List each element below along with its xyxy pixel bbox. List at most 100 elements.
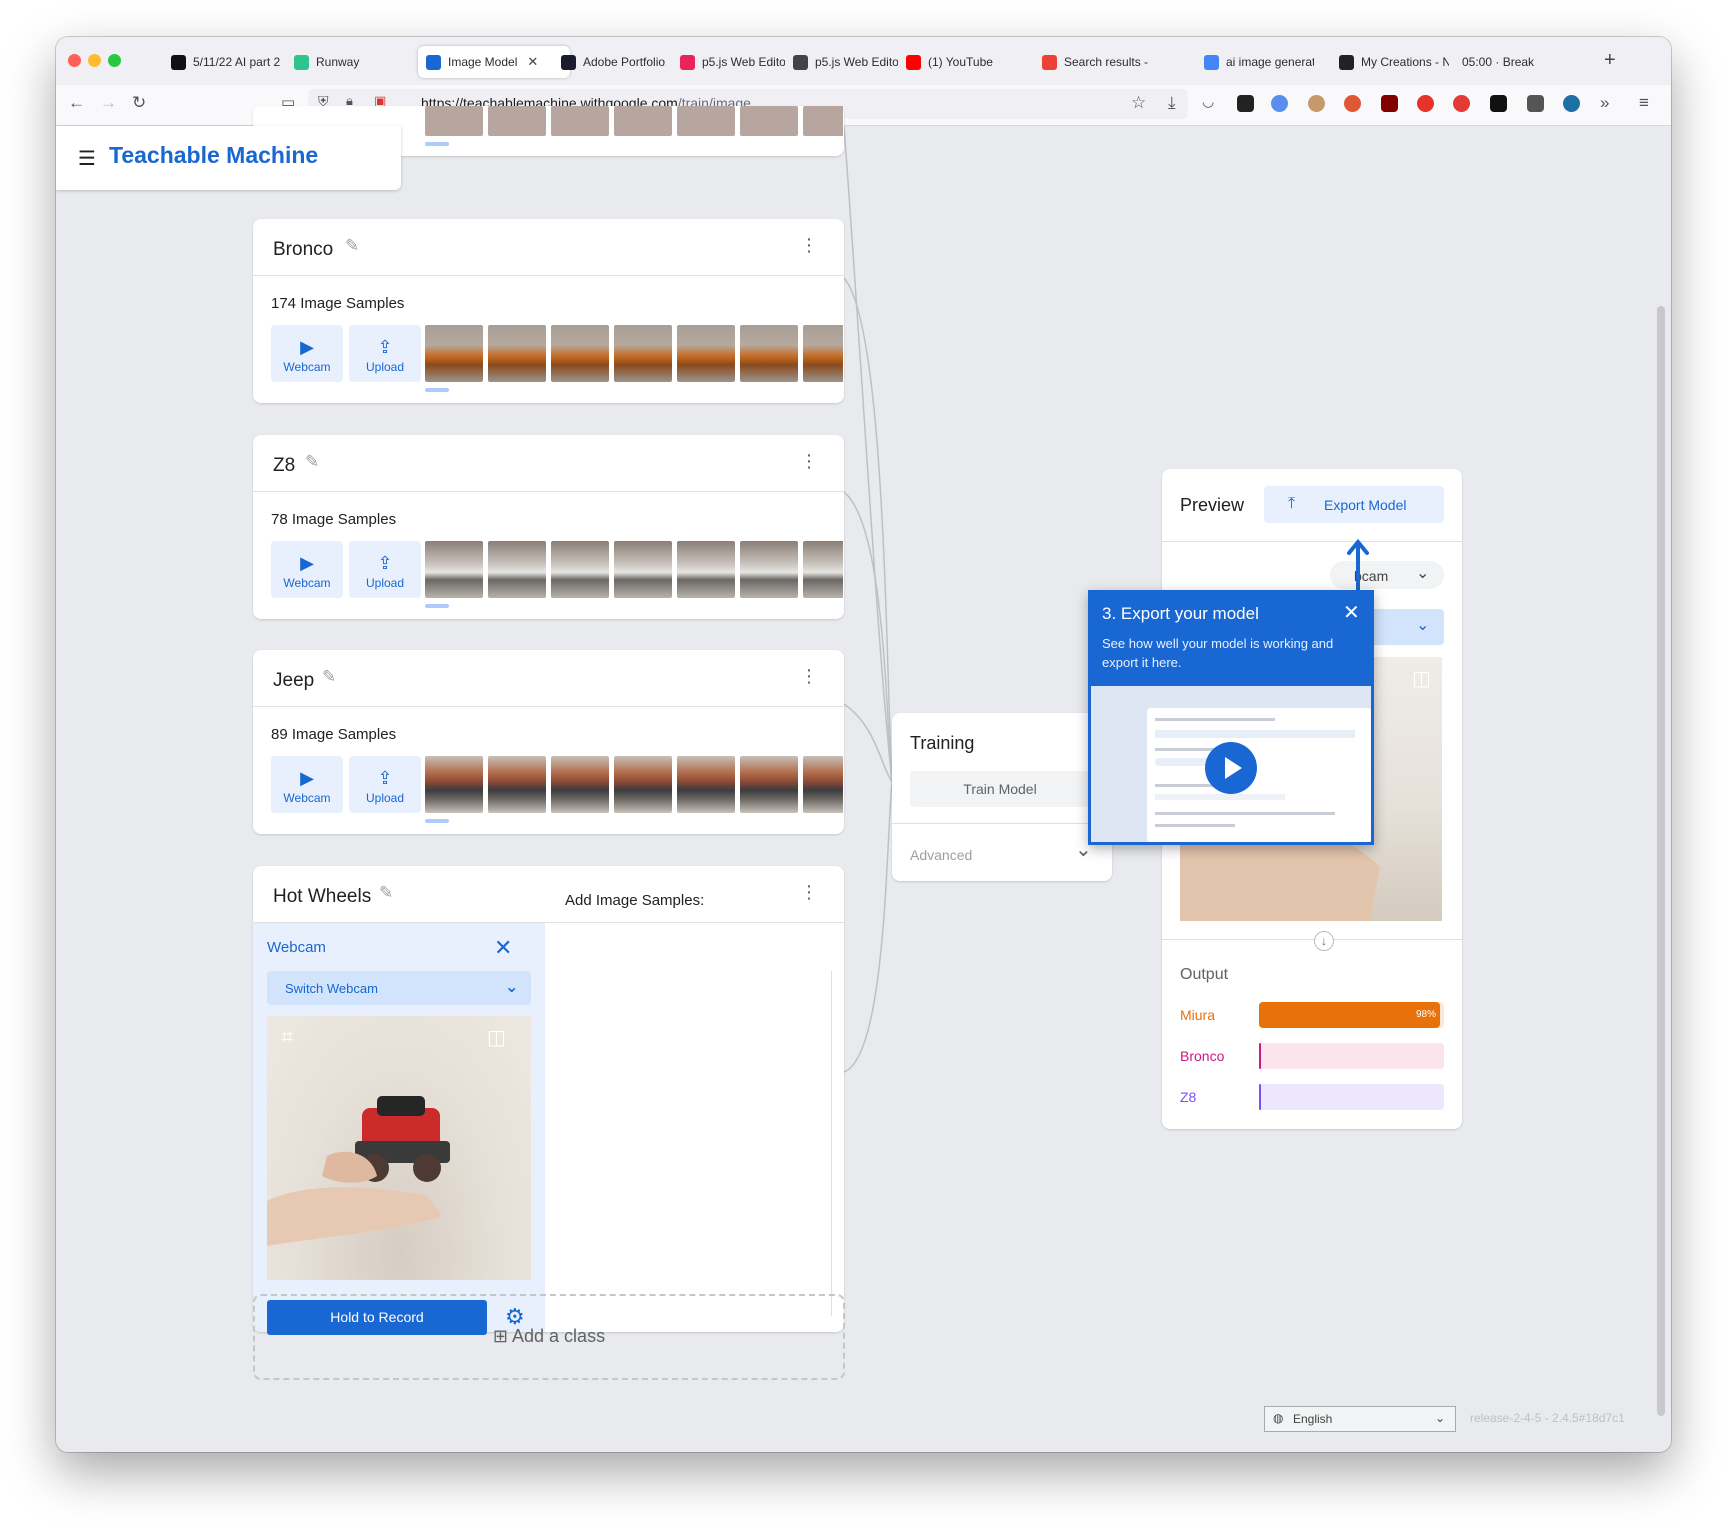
tab-label: My Creations - N <box>1361 55 1449 69</box>
new-tab-button[interactable]: + <box>1604 49 1616 72</box>
thumbnail-scroll-indicator[interactable] <box>425 604 449 608</box>
sample-thumbnail[interactable] <box>677 541 735 598</box>
sample-thumbnail[interactable] <box>740 756 798 813</box>
reload-icon[interactable]: ↻ <box>132 93 146 113</box>
extension-icon[interactable] <box>1417 95 1434 112</box>
page-scrollbar[interactable] <box>1657 306 1665 1416</box>
class-name[interactable]: Jeep <box>273 670 314 692</box>
page-content: Bronco ✎ ⋮ 174 Image Samples ▶︎ Webcam ⇪ U… <box>56 106 1671 1452</box>
sample-thumbnail[interactable] <box>803 756 843 813</box>
class-name[interactable]: Hot Wheels <box>273 886 371 908</box>
tab-3[interactable]: Image Model ✕ <box>418 46 570 78</box>
close-window-button[interactable] <box>68 54 81 67</box>
train-model-button[interactable]: Train Model <box>910 771 1090 807</box>
extension-icon[interactable] <box>1453 95 1470 112</box>
confidence-bar <box>1259 1043 1444 1069</box>
notion-extension-icon[interactable] <box>1237 95 1254 112</box>
more-options-icon[interactable]: ⋮ <box>800 451 818 472</box>
gmail-icon <box>1042 54 1057 70</box>
adobe-portfolio-icon <box>561 54 576 70</box>
upload-button[interactable]: ⇪ Upload <box>349 325 421 382</box>
sample-thumbnail[interactable] <box>425 541 483 598</box>
tutorial-video[interactable] <box>1091 686 1371 842</box>
tab-7[interactable]: (1) YouTube <box>906 46 1006 78</box>
tab-label: Adobe Portfolio <box>583 55 666 69</box>
tab-5[interactable]: p5.js Web Editor <box>680 46 785 78</box>
close-popover-icon[interactable]: ✕ <box>1343 600 1360 625</box>
tab-8[interactable]: Search results - <box>1042 46 1152 78</box>
tab-9[interactable]: ai image generat <box>1204 46 1314 78</box>
add-class-button[interactable]: ⊞ Add a class <box>253 1294 845 1380</box>
sample-thumbnail[interactable] <box>803 325 843 382</box>
extension-icon[interactable] <box>1308 95 1325 112</box>
more-options-icon[interactable]: ⋮ <box>800 666 818 687</box>
forward-icon[interactable]: → <box>100 93 117 113</box>
tab-10[interactable]: My Creations - N <box>1339 46 1449 78</box>
hamburger-menu-icon[interactable]: ☰ <box>78 146 96 171</box>
sample-thumbnail[interactable] <box>614 756 672 813</box>
sample-thumbnail <box>740 106 798 136</box>
webcam-label: Webcam <box>283 576 331 590</box>
tab-2[interactable]: Runway <box>294 46 394 78</box>
edit-pencil-icon[interactable]: ✎ <box>322 667 336 687</box>
sample-thumbnail[interactable] <box>740 325 798 382</box>
downloads-icon[interactable]: ⤓ <box>1168 93 1176 113</box>
sample-thumbnail[interactable] <box>488 325 546 382</box>
edit-pencil-icon[interactable]: ✎ <box>379 883 393 903</box>
language-select[interactable]: ◍ English ⌄ <box>1264 1406 1456 1432</box>
app-menu-icon[interactable]: ≡ <box>1639 93 1649 113</box>
tab-6[interactable]: p5.js Web Editor <box>793 46 898 78</box>
upload-button[interactable]: ⇪ Upload <box>349 756 421 813</box>
pocket-icon[interactable]: ◡ <box>1202 93 1214 110</box>
edit-pencil-icon[interactable]: ✎ <box>345 236 359 256</box>
extension-icon[interactable] <box>1527 95 1544 112</box>
sample-thumbnail[interactable] <box>488 541 546 598</box>
minimize-window-button[interactable] <box>88 54 101 67</box>
extension-icon[interactable] <box>1271 95 1288 112</box>
duckduckgo-icon[interactable] <box>1344 95 1361 112</box>
play-video-icon[interactable] <box>1205 742 1257 794</box>
tab-1[interactable]: 5/11/22 AI part 2 <box>171 46 281 78</box>
switch-webcam-dropdown[interactable]: Switch Webcam ⌄ <box>267 971 531 1005</box>
overflow-chevrons-icon[interactable]: » <box>1600 93 1609 113</box>
class-name[interactable]: Bronco <box>273 239 333 261</box>
thumbnail-scroll-indicator[interactable] <box>425 388 449 392</box>
sample-thumbnail[interactable] <box>488 756 546 813</box>
zoom-window-button[interactable] <box>108 54 121 67</box>
sample-thumbnail[interactable] <box>551 756 609 813</box>
webcam-button[interactable]: ▶︎ Webcam <box>271 325 343 382</box>
sample-thumbnail[interactable] <box>551 325 609 382</box>
thumbnail-scroll-indicator[interactable] <box>425 142 449 146</box>
extension-icon[interactable] <box>1563 95 1580 112</box>
sample-thumbnail[interactable] <box>425 325 483 382</box>
webcam-button[interactable]: ▶︎ Webcam <box>271 756 343 813</box>
app-logo[interactable]: Teachable Machine <box>109 142 318 169</box>
sample-thumbnail[interactable] <box>614 541 672 598</box>
more-options-icon[interactable]: ⋮ <box>800 235 818 256</box>
tab-11[interactable]: 05:00 · Break <box>1462 46 1562 78</box>
extension-icon[interactable] <box>1490 95 1507 112</box>
edit-pencil-icon[interactable]: ✎ <box>305 452 319 472</box>
bookmark-star-icon[interactable]: ☆ <box>1131 93 1146 113</box>
close-tab-icon[interactable]: ✕ <box>527 54 538 70</box>
sample-thumbnail[interactable] <box>677 756 735 813</box>
divider <box>1162 939 1462 940</box>
ublock-icon[interactable] <box>1381 95 1398 112</box>
more-options-icon[interactable]: ⋮ <box>800 882 818 903</box>
webcam-button[interactable]: ▶︎ Webcam <box>271 541 343 598</box>
sample-thumbnail[interactable] <box>677 325 735 382</box>
close-webcam-icon[interactable]: ✕ <box>494 935 512 961</box>
sample-thumbnail[interactable] <box>740 541 798 598</box>
thumbnail-scroll-indicator[interactable] <box>425 819 449 823</box>
sample-thumbnail[interactable] <box>425 756 483 813</box>
chevron-down-icon: ⌄ <box>505 979 519 996</box>
tab-4[interactable]: Adobe Portfolio <box>561 46 671 78</box>
export-model-button[interactable]: ⤒ Export Model <box>1264 486 1444 523</box>
class-name[interactable]: Z8 <box>273 455 295 477</box>
back-icon[interactable]: ← <box>68 93 85 113</box>
sample-thumbnail[interactable] <box>614 325 672 382</box>
upload-button[interactable]: ⇪ Upload <box>349 541 421 598</box>
sample-thumbnail[interactable] <box>803 541 843 598</box>
advanced-label[interactable]: Advanced <box>910 847 972 863</box>
sample-thumbnail[interactable] <box>551 541 609 598</box>
